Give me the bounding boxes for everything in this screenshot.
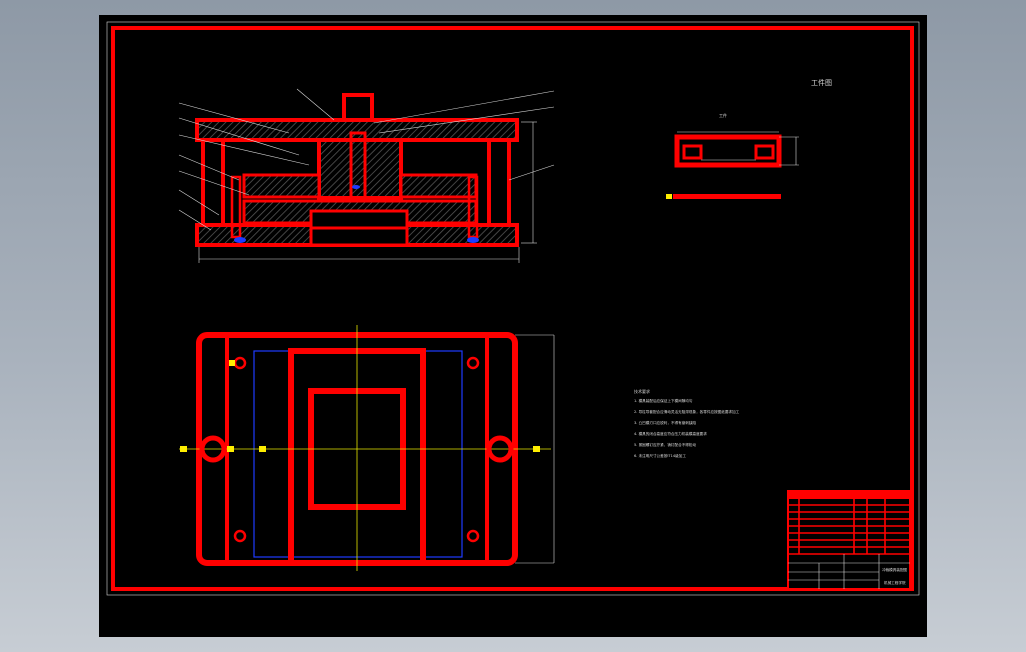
title-block: 冲裁模具装配图 机械工程学院 (787, 490, 911, 590)
note-3: 3. 凸凹模刃口应锐利，不得有崩刺缺陷 (634, 420, 696, 425)
note-5: 5. 紧固螺钉应拧紧，销钉配合不得松动 (634, 442, 696, 447)
assembly-plan-view (179, 325, 555, 571)
note-4: 4. 模具的闭合高度应符合压力机装模高度要求 (634, 431, 707, 436)
sheet-label: 工件图 (811, 78, 832, 87)
workpiece-side-view (673, 194, 781, 199)
part-view-label: 工件 (719, 112, 727, 118)
cad-drawing: 工件图 工件 技术要求 1. 模具装配后应保证上下模间隙均匀 2. 导柱导套配合… (106, 21, 920, 596)
guide-post-right (487, 138, 511, 232)
stripper-right (399, 173, 478, 199)
note-1: 1. 模具装配后应保证上下模间隙均匀 (634, 398, 693, 403)
note-6: 6. 未注明尺寸公差按IT14级加工 (634, 453, 686, 458)
workpiece-outline (674, 134, 782, 168)
drawing-name: 冲裁模具装配图 (882, 567, 908, 572)
punch-block (317, 138, 403, 200)
school-name: 机械工程学院 (884, 580, 906, 585)
bolt-head-left (234, 237, 246, 243)
hidden-line-outline (253, 350, 463, 558)
assembly-section-view (178, 88, 555, 263)
technical-notes: 技术要求 1. 模具装配后应保证上下模间隙均匀 2. 导柱导套配合应滑动灵活无阻… (634, 388, 740, 458)
note-2: 2. 导柱导套配合应滑动灵活无阻滞现象，各零件应按图纸要求加工 (634, 409, 740, 414)
upper-die-plate (195, 118, 519, 142)
workpiece-view: 工件 (666, 112, 799, 199)
notes-title: 技术要求 (634, 388, 650, 394)
cad-viewport[interactable]: 工件图 工件 技术要求 1. 模具装配后应保证上下模间隙均匀 2. 导柱导套配合… (99, 15, 927, 637)
bolt-head-right (467, 237, 479, 243)
die-shank (342, 93, 374, 122)
stripper-left (242, 173, 321, 199)
